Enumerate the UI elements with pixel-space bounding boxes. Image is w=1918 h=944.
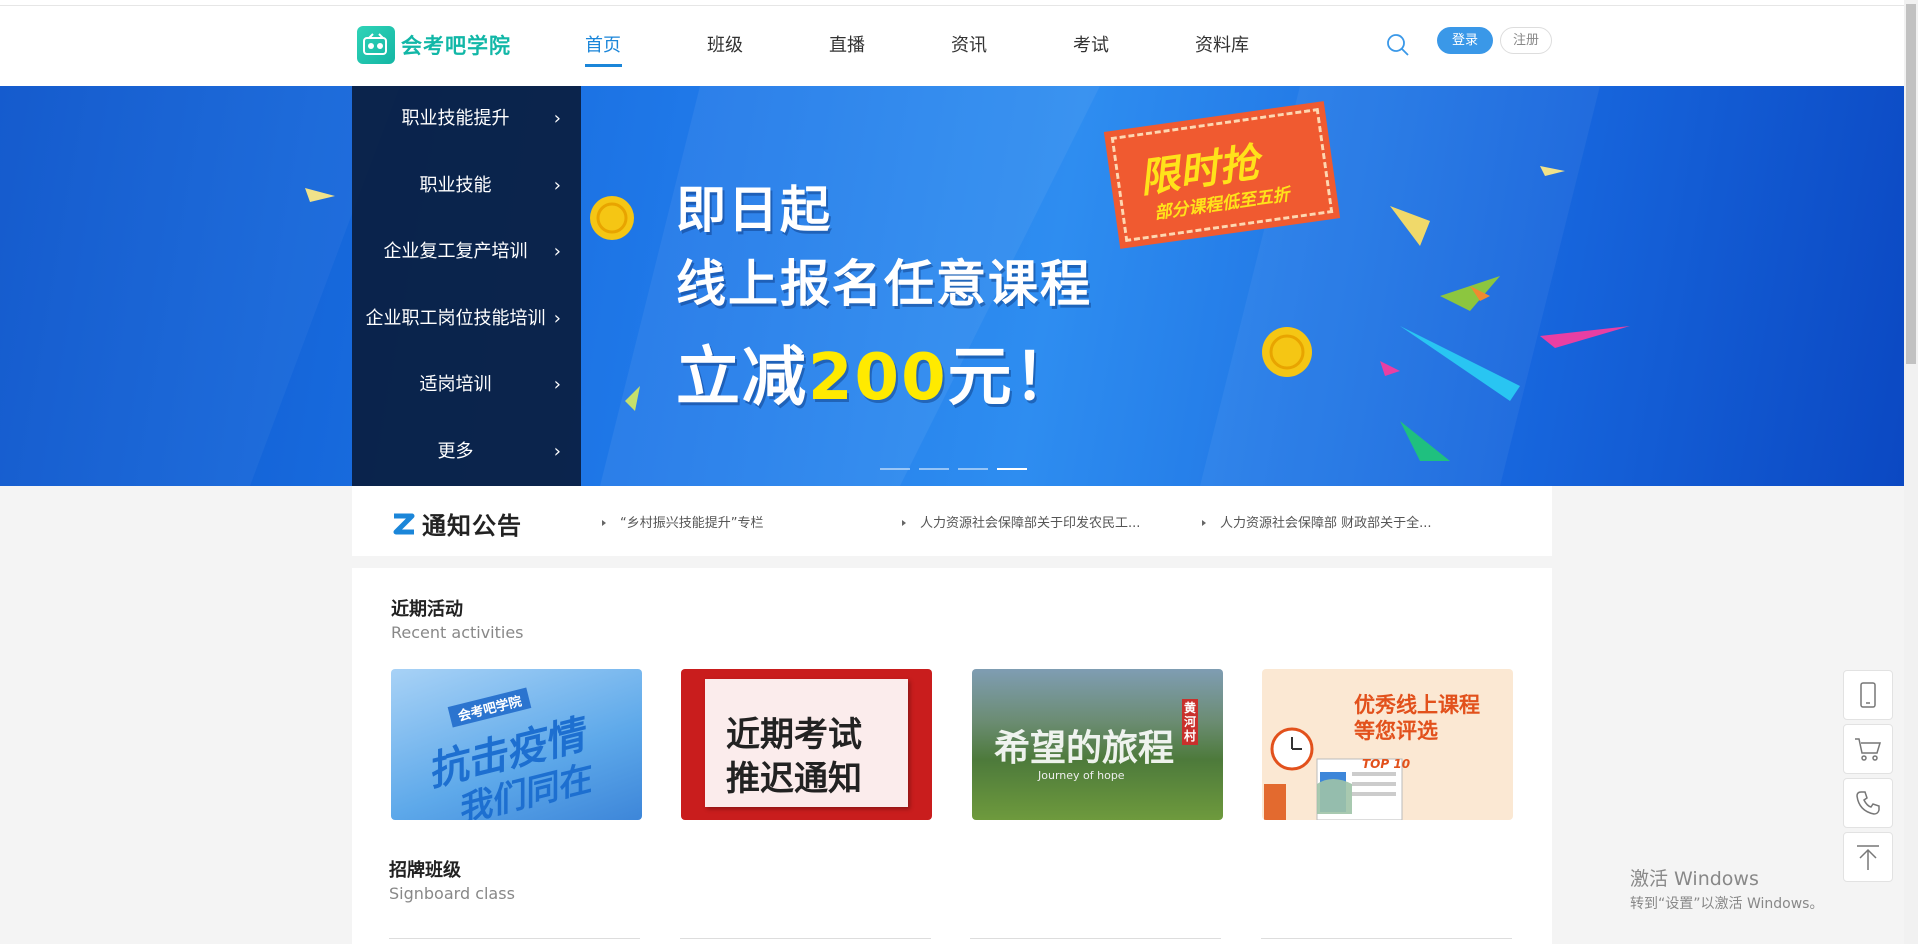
scrollbar-thumb[interactable] bbox=[1906, 4, 1916, 364]
recent-activities-subtitle: Recent activities bbox=[391, 623, 524, 642]
notice-item[interactable]: 人力资源社会保障部 财政部关于全... bbox=[1202, 512, 1432, 531]
banner-line3-highlight: 200 bbox=[808, 341, 948, 415]
category-label: 企业职工岗位技能培训 bbox=[365, 307, 546, 329]
recent-activities-title: 近期活动 bbox=[391, 599, 463, 620]
carousel-dot-active[interactable] bbox=[997, 468, 1027, 470]
main-content: 近期活动 Recent activities 会考吧学院 抗击疫情 我们同在 近… bbox=[352, 568, 1552, 944]
nav-item-live[interactable]: 直播 bbox=[829, 6, 951, 86]
category-item-more[interactable]: 更多 › bbox=[352, 419, 581, 486]
floating-toolbar bbox=[1843, 670, 1893, 886]
signboard-title: 招牌班级 bbox=[389, 860, 461, 881]
main-nav: 首页 班级 直播 资讯 考试 资料库 bbox=[585, 6, 1317, 86]
search-icon[interactable] bbox=[1386, 33, 1410, 57]
banner-line3-prefix: 立减 bbox=[676, 341, 808, 415]
class-card[interactable] bbox=[389, 938, 640, 944]
class-card[interactable] bbox=[680, 938, 931, 944]
carousel-dot[interactable] bbox=[919, 468, 949, 470]
chevron-right-icon: › bbox=[553, 307, 561, 329]
card-illustration bbox=[1264, 727, 1403, 820]
banner-line3-suffix: 元！ bbox=[947, 341, 1080, 415]
chevron-right-icon: › bbox=[553, 440, 561, 462]
nav-item-library[interactable]: 资料库 bbox=[1195, 6, 1317, 86]
notice-icon bbox=[392, 512, 418, 540]
activity-card-epidemic[interactable]: 会考吧学院 抗击疫情 我们同在 bbox=[391, 669, 642, 820]
banner-headline-3: 立减200元！ bbox=[676, 326, 1080, 418]
cart-icon[interactable] bbox=[1843, 724, 1893, 774]
hero-banner[interactable]: 职业技能提升 › 职业技能 › 企业复工复产培训 › 企业职工岗位技能培训 › 适岗培训… bbox=[0, 86, 1904, 486]
nav-item-news[interactable]: 资讯 bbox=[951, 6, 1073, 86]
chevron-right-icon: › bbox=[553, 108, 561, 129]
telephone-icon[interactable] bbox=[1843, 778, 1893, 828]
carousel-dot[interactable] bbox=[958, 468, 988, 470]
card-text-primary: 希望的旅程 bbox=[994, 727, 1175, 769]
banner-headline-1: 即日起 bbox=[676, 181, 832, 239]
card-text-secondary: 推迟通知 bbox=[726, 759, 862, 799]
card-text-primary: 近期考试 bbox=[726, 715, 862, 755]
signboard-subtitle: Signboard class bbox=[389, 884, 515, 903]
category-label: 职业技能 bbox=[419, 174, 492, 196]
nav-item-exam[interactable]: 考试 bbox=[1073, 6, 1195, 86]
watermark-line-1: 激活 Windows bbox=[1630, 868, 1759, 890]
category-label: 职业技能提升 bbox=[401, 108, 510, 129]
category-item[interactable]: 企业职工岗位技能培训 › bbox=[352, 286, 581, 353]
nav-item-home[interactable]: 首页 bbox=[585, 6, 707, 86]
login-button[interactable]: 登录 bbox=[1437, 27, 1493, 54]
banner-headline-2: 线上报名任意课程 bbox=[676, 255, 1092, 313]
activity-card-journey[interactable]: 希望的旅程 Journey of hope 黄河村 bbox=[972, 669, 1223, 820]
class-card[interactable] bbox=[1261, 938, 1512, 944]
activity-card-online-course[interactable]: 优秀线上课程 等您评选 TOP 10 bbox=[1262, 669, 1513, 820]
category-item[interactable]: 职业技能 › bbox=[352, 153, 581, 220]
page: 会考吧学院 首页 班级 直播 资讯 考试 资料库 登录 注册 职业技能提升 › … bbox=[0, 0, 1918, 944]
category-item[interactable]: 企业复工复产培训 › bbox=[352, 219, 581, 286]
category-label: 更多 bbox=[437, 440, 474, 462]
logo-mark-icon bbox=[357, 26, 395, 64]
nav-item-classes[interactable]: 班级 bbox=[707, 6, 829, 86]
chevron-right-icon: › bbox=[553, 174, 561, 196]
category-label: 适岗培训 bbox=[419, 374, 492, 396]
watermark-line-2: 转到“设置”以激活 Windows。 bbox=[1630, 896, 1824, 912]
category-label: 企业复工复产培训 bbox=[383, 241, 528, 263]
site-header: 会考吧学院 首页 班级 直播 资讯 考试 资料库 登录 注册 bbox=[0, 6, 1904, 86]
category-menu: 职业技能提升 › 职业技能 › 企业复工复产培训 › 企业职工岗位技能培训 › 适岗培训… bbox=[352, 86, 581, 486]
logo-text: 会考吧学院 bbox=[401, 34, 511, 58]
windows-activation-watermark: 激活 Windows 转到“设置”以激活 Windows。 bbox=[1630, 864, 1823, 913]
category-item[interactable]: 职业技能提升 › bbox=[352, 86, 581, 153]
activity-card-exam-delay[interactable]: 近期考试 推迟通知 bbox=[681, 669, 932, 820]
card-text-secondary: Journey of hope bbox=[1038, 769, 1125, 782]
notice-title: 通知公告 bbox=[422, 512, 522, 540]
class-card[interactable] bbox=[970, 938, 1221, 944]
card-tag: 黄河村 bbox=[1182, 699, 1198, 745]
notice-item[interactable]: 人力资源社会保障部关于印发农民工... bbox=[902, 512, 1140, 531]
back-to-top-icon[interactable] bbox=[1843, 832, 1893, 882]
category-item[interactable]: 适岗培训 › bbox=[352, 352, 581, 419]
register-button[interactable]: 注册 bbox=[1500, 27, 1552, 54]
site-logo[interactable]: 会考吧学院 bbox=[357, 26, 511, 64]
chevron-right-icon: › bbox=[553, 374, 561, 396]
chevron-right-icon: › bbox=[553, 241, 561, 263]
card-tag: TOP 10 bbox=[1362, 757, 1411, 771]
carousel-dot[interactable] bbox=[880, 468, 910, 470]
carousel-dots bbox=[880, 468, 1027, 470]
notice-bar: 通知公告 “乡村振兴技能提升”专栏 人力资源社会保障部关于印发农民工... 人力… bbox=[352, 486, 1552, 556]
phone-device-icon[interactable] bbox=[1843, 670, 1893, 720]
page-scrollbar[interactable] bbox=[1904, 0, 1918, 944]
notice-item[interactable]: “乡村振兴技能提升”专栏 bbox=[602, 512, 763, 531]
